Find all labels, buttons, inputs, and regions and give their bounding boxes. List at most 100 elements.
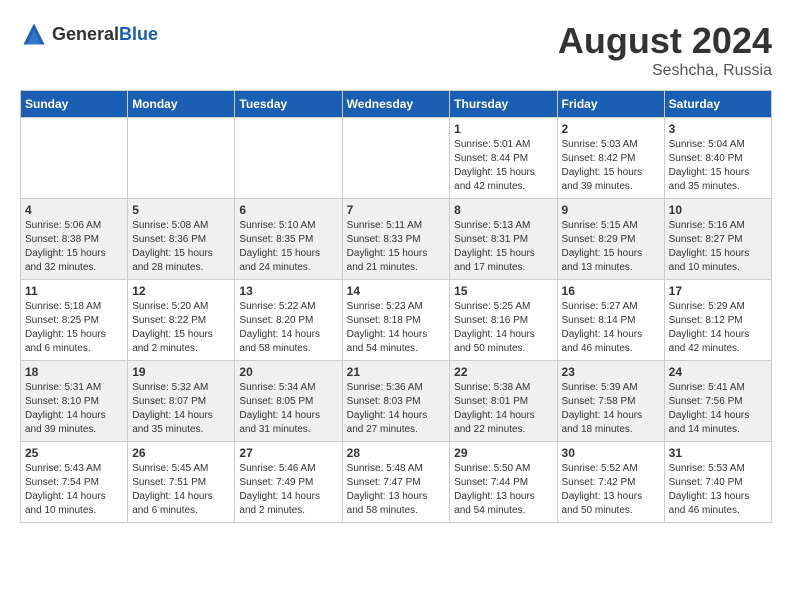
calendar-day-cell: 19Sunrise: 5:32 AM Sunset: 8:07 PM Dayli…	[128, 361, 235, 442]
logo: GeneralBlue	[20, 20, 158, 48]
day-number: 8	[454, 203, 552, 217]
day-info: Sunrise: 5:46 AM Sunset: 7:49 PM Dayligh…	[239, 462, 337, 518]
day-info: Sunrise: 5:29 AM Sunset: 8:12 PM Dayligh…	[669, 300, 767, 356]
calendar-day-cell: 26 Sunrise: 5:45 AM Sunset: 7:51 PM Dayli…	[128, 442, 235, 523]
title-block: August 2024 Seshcha, Russia	[558, 20, 772, 80]
day-info: Sunrise: 5:52 AM Sunset: 7:42 PM Dayligh…	[562, 462, 660, 518]
day-info: Sunrise: 5:18 AM Sunset: 8:25 PM Dayligh…	[25, 300, 123, 356]
day-number: 19	[132, 365, 230, 379]
day-of-week-friday: Friday	[557, 91, 664, 118]
day-info: Sunrise: 5:01 AM Sunset: 8:44 PM Dayligh…	[454, 138, 552, 194]
page-header: GeneralBlue August 2024 Seshcha, Russia	[20, 20, 772, 80]
day-number: 29	[454, 446, 552, 460]
day-number: 23	[562, 365, 660, 379]
calendar-week-row: 11 Sunrise: 5:18 AM Sunset: 8:25 PM Dayli…	[21, 280, 772, 361]
calendar-day-cell	[342, 118, 450, 199]
day-number: 26	[132, 446, 230, 460]
day-number: 9	[562, 203, 660, 217]
day-info: Sunrise: 5:48 AM Sunset: 7:47 PM Dayligh…	[347, 462, 446, 518]
day-info: Sunrise: 5:10 AM Sunset: 8:35 PM Dayligh…	[239, 219, 337, 275]
calendar-day-cell: 17Sunrise: 5:29 AM Sunset: 8:12 PM Dayli…	[664, 280, 771, 361]
day-info: Sunrise: 5:34 AM Sunset: 8:05 PM Dayligh…	[239, 381, 337, 437]
day-number: 16	[562, 284, 660, 298]
day-number: 20	[239, 365, 337, 379]
day-of-week-tuesday: Tuesday	[235, 91, 342, 118]
day-number: 24	[669, 365, 767, 379]
day-info: Sunrise: 5:39 AM Sunset: 7:58 PM Dayligh…	[562, 381, 660, 437]
calendar-day-cell: 15 Sunrise: 5:25 AM Sunset: 8:16 PM Dayli…	[450, 280, 557, 361]
day-info: Sunrise: 5:11 AM Sunset: 8:33 PM Dayligh…	[347, 219, 446, 275]
day-info: Sunrise: 5:41 AM Sunset: 7:56 PM Dayligh…	[669, 381, 767, 437]
calendar-body: 1 Sunrise: 5:01 AM Sunset: 8:44 PM Daylig…	[21, 118, 772, 523]
day-info: Sunrise: 5:25 AM Sunset: 8:16 PM Dayligh…	[454, 300, 552, 356]
calendar-week-row: 4Sunrise: 5:06 AM Sunset: 8:38 PM Daylig…	[21, 199, 772, 280]
calendar-day-cell: 7 Sunrise: 5:11 AM Sunset: 8:33 PM Daylig…	[342, 199, 450, 280]
day-number: 28	[347, 446, 446, 460]
day-number: 11	[25, 284, 123, 298]
day-number: 31	[669, 446, 767, 460]
calendar-day-cell: 9 Sunrise: 5:15 AM Sunset: 8:29 PM Daylig…	[557, 199, 664, 280]
calendar-day-cell: 2 Sunrise: 5:03 AM Sunset: 8:42 PM Daylig…	[557, 118, 664, 199]
calendar-day-cell	[128, 118, 235, 199]
day-info: Sunrise: 5:04 AM Sunset: 8:40 PM Dayligh…	[669, 138, 767, 194]
calendar-day-cell: 8 Sunrise: 5:13 AM Sunset: 8:31 PM Daylig…	[450, 199, 557, 280]
day-number: 30	[562, 446, 660, 460]
day-info: Sunrise: 5:27 AM Sunset: 8:14 PM Dayligh…	[562, 300, 660, 356]
calendar-day-cell	[235, 118, 342, 199]
day-info: Sunrise: 5:16 AM Sunset: 8:27 PM Dayligh…	[669, 219, 767, 275]
calendar-day-cell: 27 Sunrise: 5:46 AM Sunset: 7:49 PM Dayli…	[235, 442, 342, 523]
day-number: 15	[454, 284, 552, 298]
calendar-day-cell: 25Sunrise: 5:43 AM Sunset: 7:54 PM Dayli…	[21, 442, 128, 523]
calendar-week-row: 18Sunrise: 5:31 AM Sunset: 8:10 PM Dayli…	[21, 361, 772, 442]
calendar-day-cell: 11 Sunrise: 5:18 AM Sunset: 8:25 PM Dayli…	[21, 280, 128, 361]
day-number: 10	[669, 203, 767, 217]
day-number: 1	[454, 122, 552, 136]
day-of-week-sunday: Sunday	[21, 91, 128, 118]
calendar-day-cell	[21, 118, 128, 199]
day-info: Sunrise: 5:15 AM Sunset: 8:29 PM Dayligh…	[562, 219, 660, 275]
day-number: 12	[132, 284, 230, 298]
day-number: 13	[239, 284, 337, 298]
day-number: 7	[347, 203, 446, 217]
day-info: Sunrise: 5:23 AM Sunset: 8:18 PM Dayligh…	[347, 300, 446, 356]
calendar-day-cell: 18Sunrise: 5:31 AM Sunset: 8:10 PM Dayli…	[21, 361, 128, 442]
calendar-day-cell: 12 Sunrise: 5:20 AM Sunset: 8:22 PM Dayli…	[128, 280, 235, 361]
day-info: Sunrise: 5:03 AM Sunset: 8:42 PM Dayligh…	[562, 138, 660, 194]
calendar-day-cell: 29 Sunrise: 5:50 AM Sunset: 7:44 PM Dayli…	[450, 442, 557, 523]
day-info: Sunrise: 5:45 AM Sunset: 7:51 PM Dayligh…	[132, 462, 230, 518]
day-number: 3	[669, 122, 767, 136]
calendar-day-cell: 6 Sunrise: 5:10 AM Sunset: 8:35 PM Daylig…	[235, 199, 342, 280]
day-info: Sunrise: 5:50 AM Sunset: 7:44 PM Dayligh…	[454, 462, 552, 518]
day-of-week-saturday: Saturday	[664, 91, 771, 118]
day-info: Sunrise: 5:13 AM Sunset: 8:31 PM Dayligh…	[454, 219, 552, 275]
day-number: 21	[347, 365, 446, 379]
calendar-day-cell: 16 Sunrise: 5:27 AM Sunset: 8:14 PM Dayli…	[557, 280, 664, 361]
logo-general: General	[52, 24, 119, 44]
day-number: 27	[239, 446, 337, 460]
calendar-day-cell: 4Sunrise: 5:06 AM Sunset: 8:38 PM Daylig…	[21, 199, 128, 280]
calendar-week-row: 25Sunrise: 5:43 AM Sunset: 7:54 PM Dayli…	[21, 442, 772, 523]
day-info: Sunrise: 5:20 AM Sunset: 8:22 PM Dayligh…	[132, 300, 230, 356]
logo-blue: Blue	[119, 24, 158, 44]
logo-text: GeneralBlue	[52, 24, 158, 45]
calendar-day-cell: 20 Sunrise: 5:34 AM Sunset: 8:05 PM Dayli…	[235, 361, 342, 442]
calendar-week-row: 1 Sunrise: 5:01 AM Sunset: 8:44 PM Daylig…	[21, 118, 772, 199]
calendar-day-cell: 21 Sunrise: 5:36 AM Sunset: 8:03 PM Dayli…	[342, 361, 450, 442]
calendar-day-cell: 10 Sunrise: 5:16 AM Sunset: 8:27 PM Dayli…	[664, 199, 771, 280]
calendar-day-cell: 14 Sunrise: 5:23 AM Sunset: 8:18 PM Dayli…	[342, 280, 450, 361]
day-info: Sunrise: 5:36 AM Sunset: 8:03 PM Dayligh…	[347, 381, 446, 437]
month-year: August 2024	[558, 20, 772, 62]
day-number: 4	[25, 203, 123, 217]
calendar-day-cell: 23 Sunrise: 5:39 AM Sunset: 7:58 PM Dayli…	[557, 361, 664, 442]
day-number: 25	[25, 446, 123, 460]
calendar-day-cell: 31Sunrise: 5:53 AM Sunset: 7:40 PM Dayli…	[664, 442, 771, 523]
calendar-day-cell: 28 Sunrise: 5:48 AM Sunset: 7:47 PM Dayli…	[342, 442, 450, 523]
location: Seshcha, Russia	[558, 62, 772, 80]
calendar-day-cell: 24 Sunrise: 5:41 AM Sunset: 7:56 PM Dayli…	[664, 361, 771, 442]
day-number: 2	[562, 122, 660, 136]
calendar-day-cell: 3 Sunrise: 5:04 AM Sunset: 8:40 PM Daylig…	[664, 118, 771, 199]
day-number: 6	[239, 203, 337, 217]
day-info: Sunrise: 5:38 AM Sunset: 8:01 PM Dayligh…	[454, 381, 552, 437]
calendar-table: SundayMondayTuesdayWednesdayThursdayFrid…	[20, 90, 772, 523]
day-number: 14	[347, 284, 446, 298]
